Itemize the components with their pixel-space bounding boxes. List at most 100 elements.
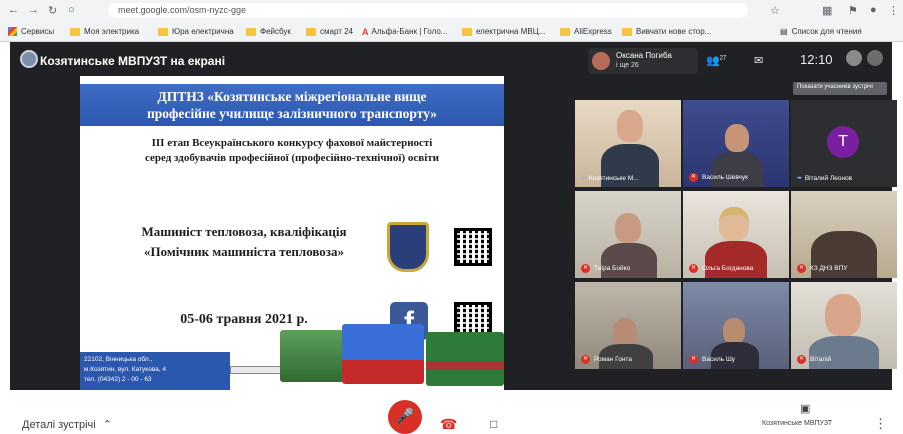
present-icon[interactable]: ▣ [800, 402, 810, 415]
school-logo-icon [387, 222, 429, 272]
participant-tile[interactable]: ✕ Василь Шевчук [683, 100, 789, 187]
reading-list-label: Список для чтения [791, 27, 862, 36]
self-avatar [846, 50, 884, 69]
address-line: тел. (04342) 2 - 00 - 63 [84, 376, 152, 383]
participant-name: Роман Гонта [594, 356, 632, 363]
participant-tile[interactable]: ✕ Таïра Бойко [575, 191, 681, 278]
address-block: 22102, Вінницька обл., м.Козятин, вул. К… [80, 352, 230, 394]
bookmark-folder[interactable]: AliExpress [560, 25, 612, 38]
presenting-label: Козятинське МВПУЗТ [762, 420, 833, 427]
participant-name: Василь Шевчук [702, 174, 749, 181]
tooltip: Показати учасників зустрічі [793, 82, 887, 95]
folder-icon [158, 27, 168, 36]
mic-off-icon: ✕ [581, 264, 590, 273]
participant-video [825, 294, 861, 336]
menu-icon[interactable]: ⋮ [888, 4, 899, 17]
avatar: T [827, 126, 859, 158]
locomotive-image [280, 330, 344, 382]
reload-icon[interactable]: ↻ [48, 4, 57, 17]
avatar [592, 52, 610, 70]
bookmark-label: AliExpress [574, 27, 612, 36]
address-line: 22102, Вінницька обл., [84, 356, 153, 363]
address-bar[interactable]: meet.google.com/osm-nyzc-gge [108, 3, 748, 18]
mic-off-icon: ✕ [797, 355, 806, 364]
bookmark-label: Фейсбук [260, 27, 291, 36]
bookmark-apps[interactable]: Сервисы [8, 25, 54, 38]
bookmark-folder[interactable]: Фейсбук [246, 25, 291, 38]
profile-icon[interactable]: ● [870, 4, 877, 16]
participant-tile[interactable]: ✕ Василь Шу [683, 282, 789, 369]
participant-name-label: ✕ Василь Шевчук [689, 173, 748, 182]
meeting-details-label: Деталі зустрічі [22, 419, 96, 431]
chat-icon[interactable]: ✉ [754, 54, 763, 67]
participant-tile[interactable]: ✕ Ольга Богданова [683, 191, 789, 278]
camera-toggle-button[interactable]: □ [490, 417, 497, 431]
people-icon[interactable]: 👥27 [706, 54, 726, 67]
reading-list[interactable]: ▤ Список для чтения [780, 25, 862, 38]
bookmark-folder[interactable]: Моя электрика [70, 25, 139, 38]
participant-tile[interactable]: ✕ Віталій [791, 282, 897, 369]
participant-name-label: ✕ Роман Гонта [581, 355, 632, 364]
mic-off-icon: ✕ [689, 264, 698, 273]
lock-icon: ○ [68, 4, 75, 16]
bookmark-label: Юра електрична [172, 27, 234, 36]
phone-icon: ☎ [440, 416, 458, 432]
presenter-chip[interactable]: Оксана Погиба і ще 26 [588, 48, 698, 74]
participant-name: Василь Шу [702, 356, 736, 363]
participant-name-label: ••• Козятинське М... [581, 175, 639, 182]
stage-line: серед здобувачів професійної (професійно… [144, 152, 439, 164]
bookmark-label: електрична МВЦ... [476, 27, 546, 36]
participant-tile[interactable]: ✕ Роман Гонта [575, 282, 681, 369]
star-icon[interactable]: ☆ [770, 4, 780, 17]
apps-icon [8, 27, 17, 36]
school-emblem-icon [20, 50, 38, 68]
stage-line: ІІІ етап Всеукраїнського конкурсу фахово… [151, 137, 433, 149]
presenter-name: Оксана Погиба [616, 51, 672, 60]
leave-call-button[interactable]: ☎ [440, 416, 457, 433]
bookmark-label: Вивчати нове стор... [636, 27, 712, 36]
mic-off-icon: ✕ [689, 355, 698, 364]
participant-tile[interactable]: ••• Козятинське М... [575, 100, 681, 187]
participant-name: Віталий Леонов [804, 175, 853, 182]
bookmark-label: Моя электрика [84, 27, 140, 36]
reading-list-icon: ▤ [780, 27, 788, 36]
banner-line: ДПТНЗ «Козятинське міжрегіональне вище [157, 89, 427, 104]
bookmark-label: Сервисы [21, 27, 55, 36]
mic-toggle-button[interactable]: 🎤 [388, 400, 422, 434]
bookmark-alfa[interactable]: A Альфа-Банк | Голо... [362, 25, 447, 38]
extensions-icon[interactable]: ▦ [822, 4, 832, 17]
bookmark-folder[interactable]: смарт 24 [306, 25, 353, 38]
participant-video [723, 318, 745, 344]
mic-off-icon: ✕ [581, 355, 590, 364]
participant-video [615, 213, 641, 243]
presentation-title: Козятинське МВПУЗТ на екрані [40, 54, 226, 68]
qr-code-icon [454, 228, 492, 266]
alfa-bank-icon: A [362, 26, 369, 37]
bookmark-folder[interactable]: Вивчати нове стор... [622, 25, 711, 38]
forward-icon[interactable]: → [28, 4, 39, 16]
meeting-clock: 12:10 [800, 52, 833, 67]
participant-name-label: ✕ Василь Шу [689, 355, 735, 364]
camera-icon: □ [490, 417, 498, 431]
mic-off-icon: ✕ [797, 264, 806, 273]
back-icon[interactable]: ← [8, 4, 19, 16]
flag-icon[interactable]: ⚑ [848, 4, 858, 17]
people-count: 27 [719, 55, 727, 62]
speaking-icon: ••• [797, 175, 802, 182]
bookmark-folder[interactable]: Юра електрична [158, 25, 234, 38]
mic-off-icon: 🎤 [395, 408, 415, 425]
browser-chrome: ← → ↻ ○ meet.google.com/osm-nyzc-gge ☆ ▦… [0, 0, 903, 42]
folder-icon [246, 27, 256, 36]
address-line: м.Козятин, вул. Катукова, 4 [84, 366, 167, 373]
participant-name-label: ✕ Таïра Бойко [581, 264, 630, 273]
shared-slide: ДПТНЗ «Козятинське міжрегіональне вище п… [80, 76, 504, 394]
meeting-details-button[interactable]: Деталі зустрічі ⌃ [22, 418, 112, 431]
participant-name: Козятинське М... [588, 175, 639, 182]
more-options-icon[interactable]: ⋮ [874, 416, 887, 432]
participant-name: Таïра Бойко [594, 265, 631, 272]
participant-tile[interactable]: T ••• Віталий Леонов [791, 100, 897, 187]
folder-icon [70, 27, 80, 36]
bookmark-folder[interactable]: електрична МВЦ... [462, 25, 545, 38]
participant-video [613, 318, 637, 346]
participant-tile[interactable]: ✕ КЗ ДНЗ ВПУ [791, 191, 897, 278]
